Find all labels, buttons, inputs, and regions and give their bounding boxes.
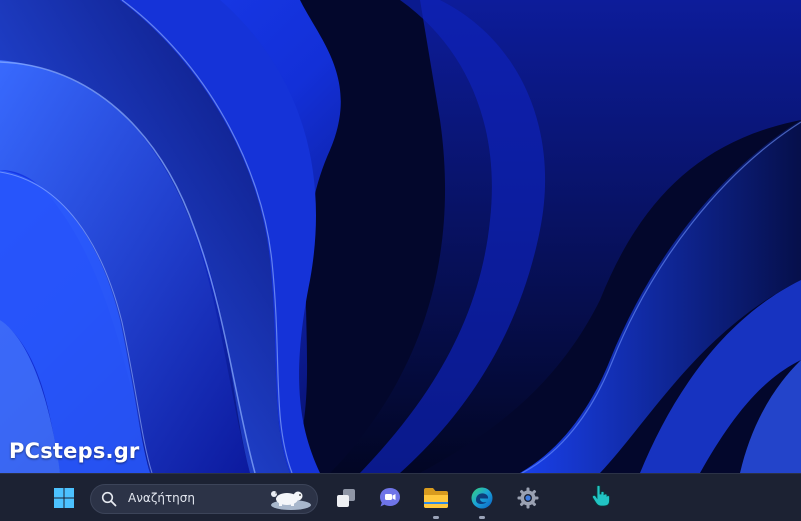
windows-logo-icon: [54, 488, 74, 508]
task-view-button[interactable]: [330, 482, 362, 514]
search-icon: [101, 491, 117, 507]
search-placeholder: Αναζήτηση: [128, 491, 195, 505]
edge-button[interactable]: [466, 482, 498, 519]
file-explorer-button[interactable]: [420, 482, 452, 519]
task-view-icon: [337, 489, 355, 507]
start-button[interactable]: [48, 482, 80, 514]
teams-chat-icon: [380, 488, 400, 507]
running-indicator: [479, 516, 485, 519]
hand-pointer-cursor-icon: [591, 485, 610, 507]
settings-button[interactable]: [512, 482, 544, 514]
bloom-wallpaper-art: [0, 0, 801, 473]
edge-icon: [471, 487, 493, 509]
taskbar: Αναζήτηση: [0, 473, 801, 521]
chat-button[interactable]: [374, 482, 406, 514]
desktop-wallpaper: PCsteps.gr: [0, 0, 801, 473]
taskbar-search-box[interactable]: Αναζήτηση: [90, 484, 318, 514]
gear-icon: [517, 487, 539, 509]
watermark-text: PCsteps.gr: [9, 439, 140, 463]
search-highlight-polar-bear-icon: [271, 491, 311, 510]
folder-icon: [424, 488, 448, 508]
running-indicator: [433, 516, 439, 519]
